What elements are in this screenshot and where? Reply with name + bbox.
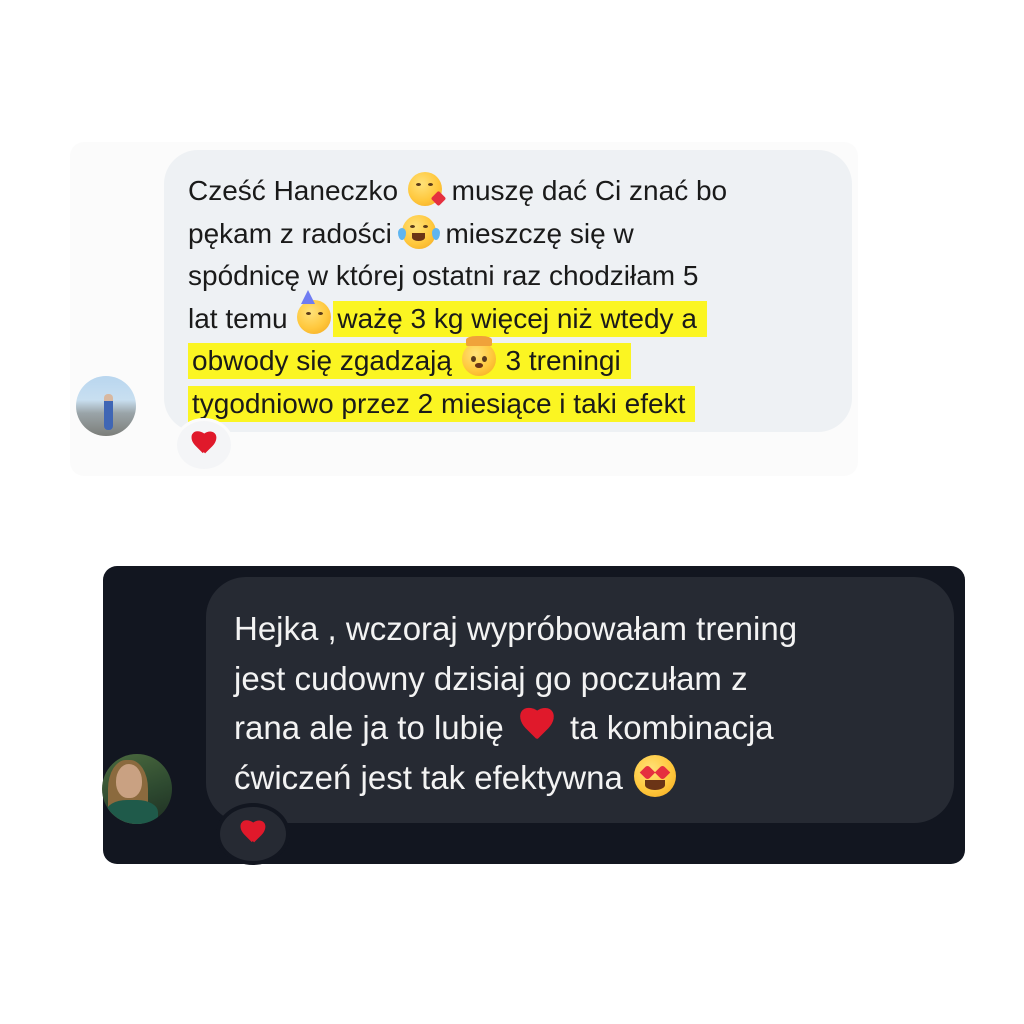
message-line: ćwiczeń jest tak efektywna [234,753,934,803]
tears-of-joy-icon [397,214,440,249]
reaction-badge[interactable] [174,418,234,472]
red-heart-icon [239,821,267,847]
sender-avatar[interactable] [102,754,172,824]
message-line: lat temu ważę 3 kg więcej niż wtedy a [188,289,838,341]
message-line: obwody się zgadzają 3 treningi [188,336,838,383]
message-text: Hejka , wczoraj wypróbowałam trening jes… [234,604,934,802]
message-line: pękam z radości mieszczę się w [188,213,838,256]
heart-eyes-icon [634,754,677,797]
message-line: rana ale ja to lubię ta kombinacja [234,709,774,746]
message-line: Cześć Haneczko muszę dać Ci znać bo [188,170,838,213]
message-line: jest cudowny dzisiaj go poczułam z [234,659,748,697]
message-line: Hejka , wczoraj wypróbowałam trening [234,610,798,647]
kissing-face-icon [407,172,447,207]
reaction-badge[interactable] [216,803,290,865]
message-line: tygodniowo przez 2 miesiące i taki efekt [188,383,838,426]
highlighted-text: ważę 3 kg więcej niż wtedy a [333,300,707,337]
message-line: spódnicę w której ostatni raz chodziłam … [188,260,699,291]
partying-face-icon [297,289,332,334]
message-text: Cześć Haneczko muszę dać Ci znać bo pęka… [188,170,838,425]
exploding-head-icon [461,336,496,376]
red-heart-icon [190,432,218,458]
sender-avatar[interactable] [76,376,136,436]
highlighted-text: obwody się zgadzają 3 treningi [188,336,631,379]
highlighted-text: tygodniowo przez 2 miesiące i taki efekt [188,385,696,422]
red-heart-icon [517,709,557,745]
